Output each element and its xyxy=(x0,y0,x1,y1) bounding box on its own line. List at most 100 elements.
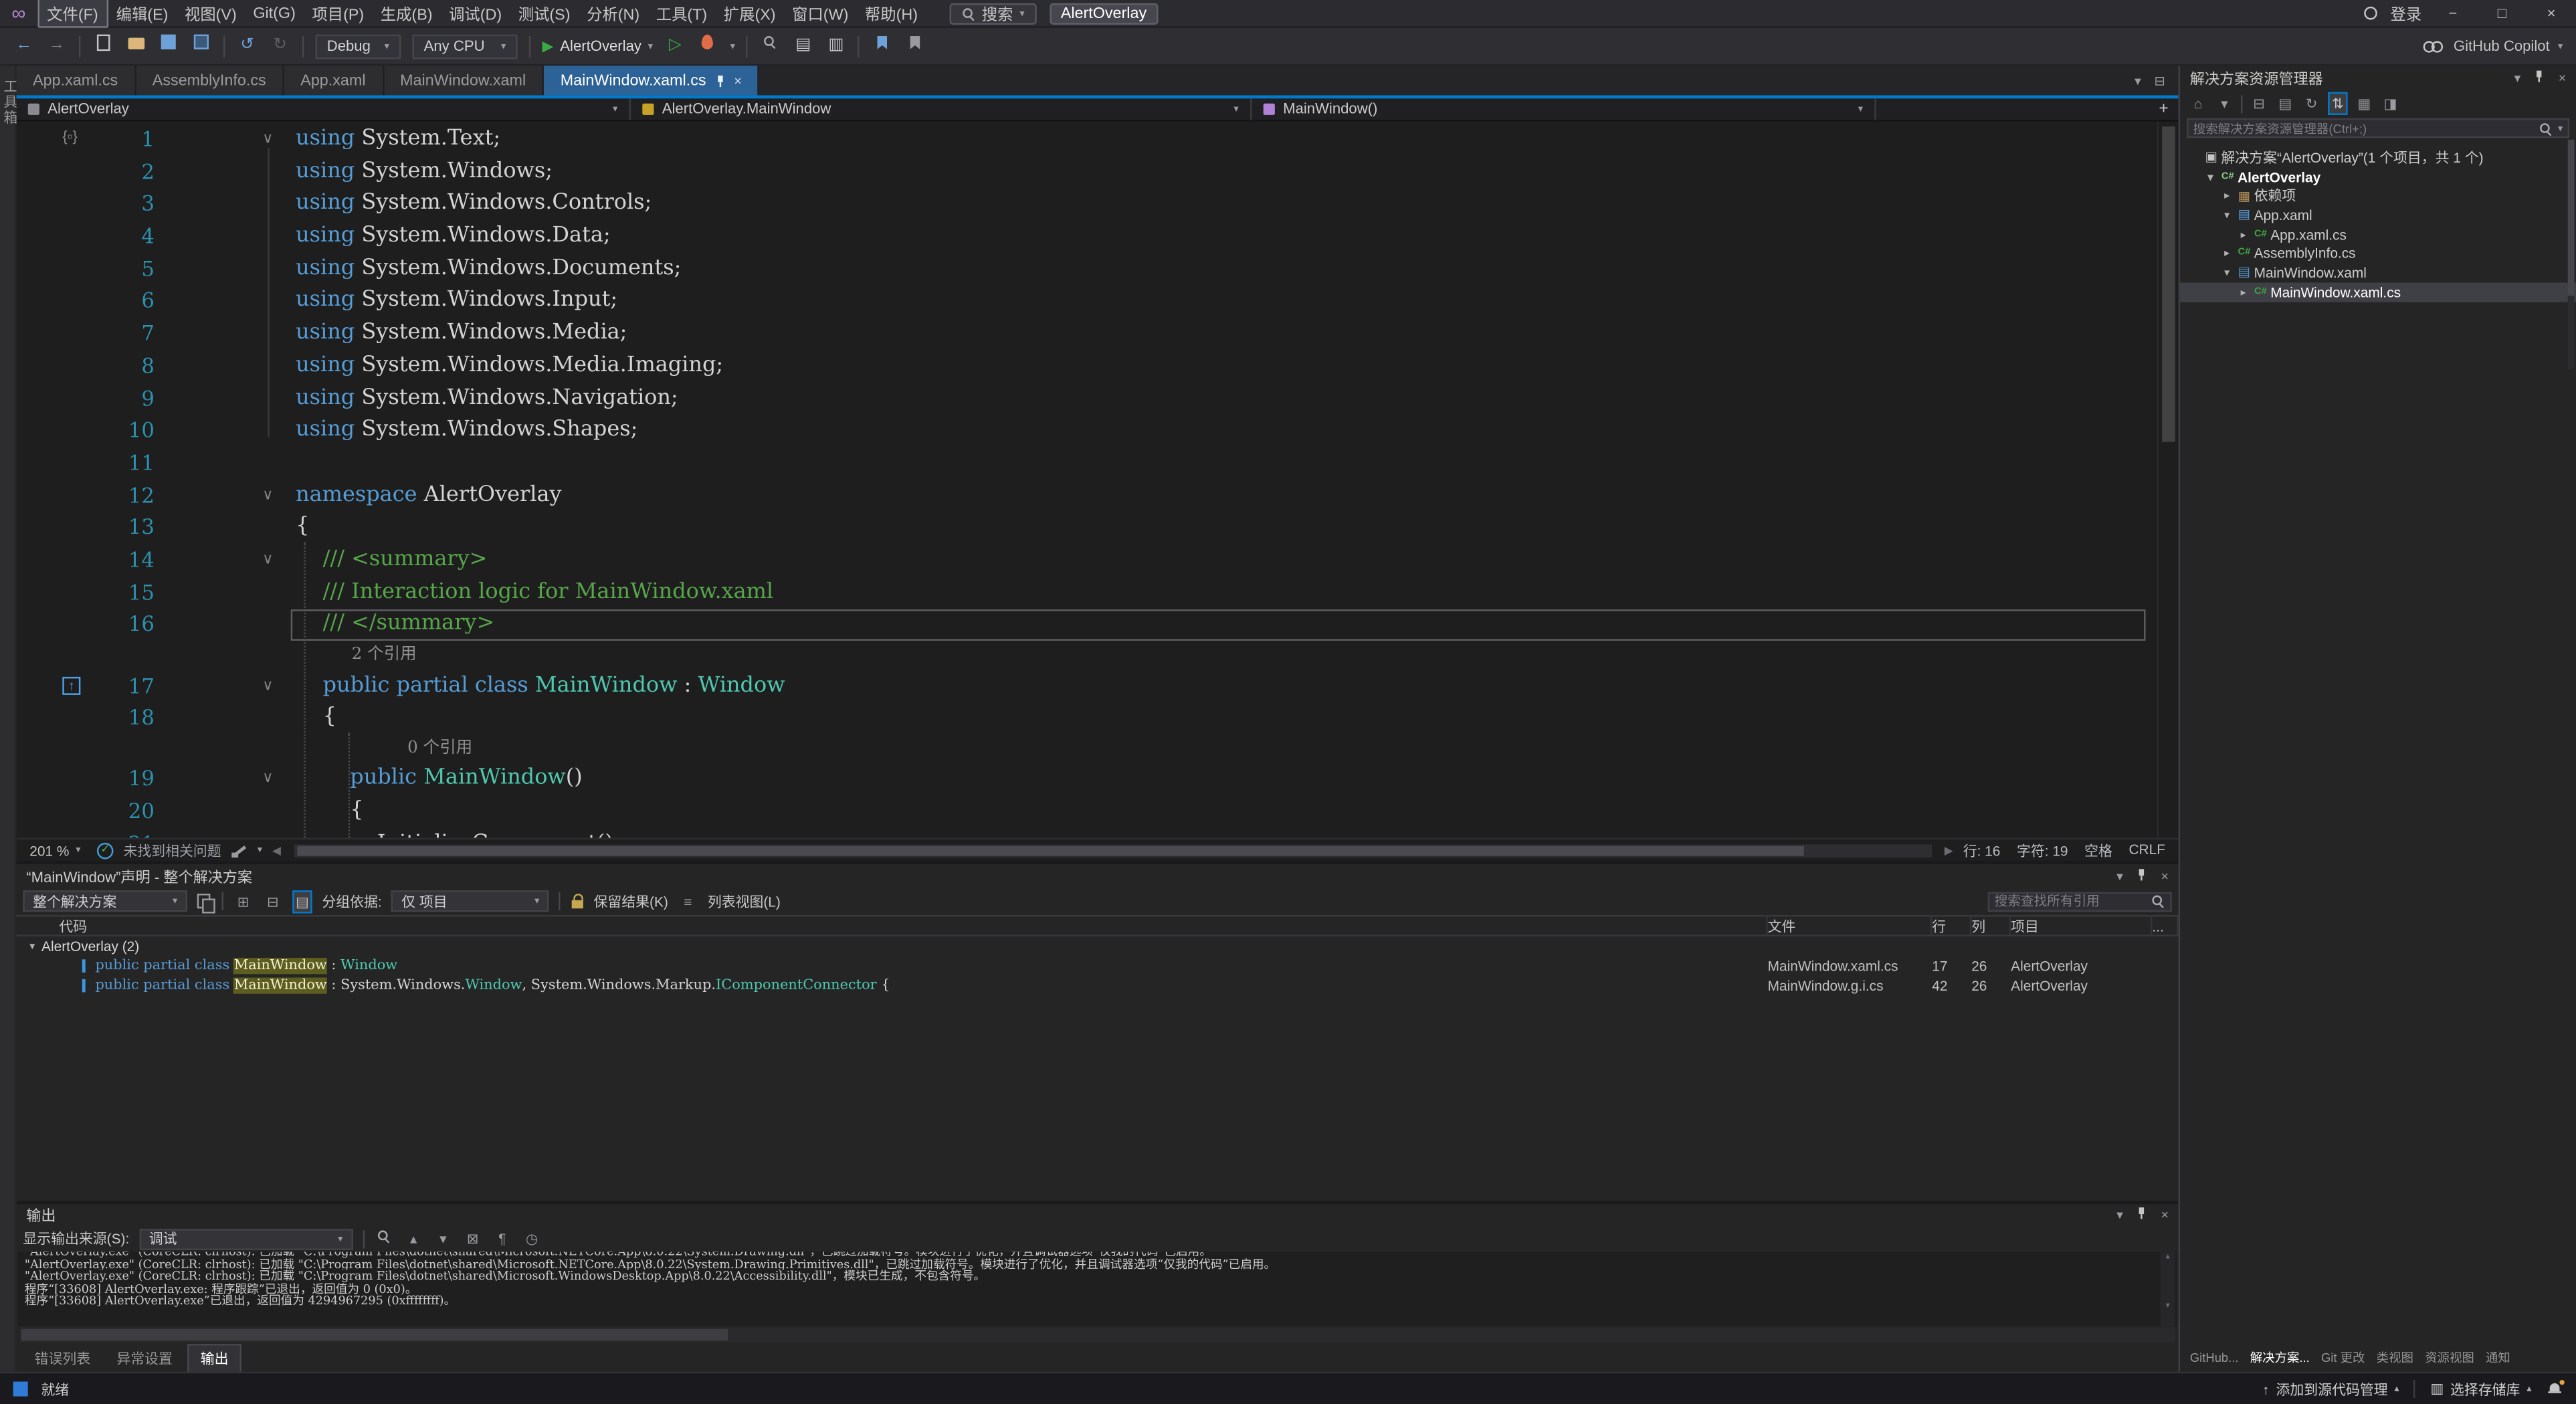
scrollbar-thumb[interactable] xyxy=(2568,140,2575,296)
redo-icon[interactable]: ↻ xyxy=(270,35,291,58)
fold-toggle-icon[interactable]: ∨ xyxy=(256,763,279,795)
hot-reload-icon[interactable] xyxy=(697,35,718,58)
codelens-references[interactable]: 2 个引用 xyxy=(352,641,417,670)
tree-item-1[interactable]: ▣解决方案“AlertOverlay”(1 个项目，共 1 个) xyxy=(2180,148,2576,167)
expander-icon[interactable]: ▸ xyxy=(2236,227,2251,241)
copilot-button[interactable]: GitHub Copilot ▾ xyxy=(2422,37,2563,54)
active-files-dropdown-icon[interactable]: ▾ xyxy=(2135,73,2141,88)
whitespace-indicator[interactable]: 空格 xyxy=(2084,840,2112,860)
tree-item-2[interactable]: ▾C#AlertOverlay xyxy=(2180,167,2576,187)
code-editor[interactable]: {▫} 1∨using System.Text;2using System.Wi… xyxy=(17,122,2179,838)
doc-tab-5[interactable]: MainWindow.xaml.cs× xyxy=(544,66,760,95)
explorer-tab-4[interactable]: 类视图 xyxy=(2373,1347,2417,1369)
close-button[interactable]: × xyxy=(2533,0,2569,27)
scope-dropdown[interactable]: 整个解决方案 ▾ xyxy=(23,890,187,912)
menu-item-5[interactable]: 项目(P) xyxy=(304,0,372,26)
panel-tab-1[interactable]: 错误列表 xyxy=(23,1344,102,1371)
expander-icon[interactable]: ▾ xyxy=(2219,209,2234,222)
uncomment-selection-icon[interactable]: ▥ xyxy=(825,35,847,58)
group-results-icon[interactable]: ▤ xyxy=(292,890,312,912)
menu-item-13[interactable]: 帮助(H) xyxy=(857,0,926,26)
expander-icon[interactable]: ▾ xyxy=(29,940,35,953)
next-message-icon[interactable]: ▾ xyxy=(433,1229,453,1248)
menu-item-12[interactable]: 窗口(W) xyxy=(784,0,857,26)
expander-icon[interactable]: ▸ xyxy=(2219,189,2234,203)
find-in-files-icon[interactable] xyxy=(760,35,781,58)
keep-results-button[interactable]: 保留结果(K) xyxy=(594,891,668,910)
zoom-control[interactable]: 201 % ▾ xyxy=(23,842,87,859)
sync-with-active-document-icon[interactable]: ⇅ xyxy=(2328,92,2347,115)
previous-bookmark-icon[interactable] xyxy=(904,35,926,58)
refresh-icon[interactable]: ↻ xyxy=(2302,94,2321,113)
menu-item-7[interactable]: 调试(D) xyxy=(441,0,510,26)
menu-item-10[interactable]: 工具(T) xyxy=(648,0,715,26)
collapse-all-icon[interactable]: ⊟ xyxy=(2249,94,2268,113)
tree-item-6[interactable]: ▸C#AssemblyInfo.cs xyxy=(2180,244,2576,264)
time-icon[interactable]: ◷ xyxy=(522,1229,541,1248)
code-text[interactable]: { xyxy=(296,795,364,827)
open-file-icon[interactable] xyxy=(125,35,146,58)
show-all-files-icon[interactable]: ▤ xyxy=(2276,94,2295,113)
collapse-all-icon[interactable]: ⊟ xyxy=(263,891,282,910)
solution-explorer-search-input[interactable] xyxy=(2193,121,2533,136)
maximize-button[interactable]: □ xyxy=(2484,0,2520,27)
output-vertical-scrollbar[interactable]: ▴▾ xyxy=(2161,1251,2175,1326)
editor-vertical-scrollbar[interactable] xyxy=(2157,122,2179,838)
project-dropdown[interactable]: AlertOverlay ▾ xyxy=(17,98,631,120)
code-text[interactable]: using System.Windows.Data; xyxy=(296,220,611,252)
save-icon[interactable] xyxy=(158,35,179,58)
member-dropdown[interactable]: MainWindow() ▾ xyxy=(1252,98,1876,120)
menu-item-6[interactable]: 生成(B) xyxy=(372,0,440,26)
tree-item-7[interactable]: ▾▤MainWindow.xaml xyxy=(2180,263,2576,282)
code-text[interactable]: using System.Windows.Documents; xyxy=(296,253,681,285)
code-text[interactable]: using System.Windows.Shapes; xyxy=(296,414,637,446)
fold-toggle-icon[interactable]: ∨ xyxy=(256,544,279,576)
menu-item-11[interactable]: 扩展(X) xyxy=(716,0,784,26)
expander-icon[interactable]: ▾ xyxy=(2203,170,2217,183)
code-text[interactable]: /// Interaction logic for MainWindow.xam… xyxy=(296,576,773,608)
code-text[interactable]: using System.Text; xyxy=(296,123,500,155)
pin-icon[interactable] xyxy=(2534,69,2545,87)
expander-icon[interactable]: ▸ xyxy=(2236,285,2251,298)
notifications-bell-icon[interactable] xyxy=(2547,1381,2563,1397)
tree-item-5[interactable]: ▸C#App.xaml.cs xyxy=(2180,225,2576,244)
scrollbar-thumb[interactable] xyxy=(2162,126,2175,442)
group-by-dropdown[interactable]: 仅 项目 ▾ xyxy=(391,890,549,912)
window-position-icon[interactable]: ▾ xyxy=(2514,71,2520,86)
fold-toggle-icon[interactable]: ∨ xyxy=(256,123,279,155)
code-text[interactable]: /// </summary> xyxy=(296,608,494,640)
pin-icon[interactable] xyxy=(2137,1206,2148,1224)
editor-horizontal-scrollbar[interactable] xyxy=(294,843,1931,857)
menu-item-4[interactable]: Git(G) xyxy=(245,3,304,24)
explorer-tab-3[interactable]: Git 更改 xyxy=(2318,1347,2368,1369)
close-icon[interactable]: × xyxy=(734,73,741,88)
code-text[interactable]: using System.Windows.Media.Imaging; xyxy=(296,350,723,382)
list-view-button[interactable]: 列表视图(L) xyxy=(708,891,781,910)
window-position-icon[interactable]: ▾ xyxy=(2116,868,2123,883)
code-text[interactable]: using System.Windows.Controls; xyxy=(296,188,652,220)
column-header-4[interactable]: 列 xyxy=(1971,916,2011,934)
doc-tab-1[interactable]: App.xaml.cs xyxy=(17,66,136,95)
previous-message-icon[interactable]: ▴ xyxy=(403,1229,423,1248)
select-repository-button[interactable]: ▥ 选择存储库 ▴ xyxy=(2430,1379,2531,1399)
navigate-forward-icon[interactable]: → xyxy=(46,35,68,58)
toggle-bookmark-icon[interactable] xyxy=(872,35,893,58)
code-text[interactable]: /// <summary> xyxy=(296,544,487,576)
find-message-icon[interactable] xyxy=(374,1229,393,1248)
fold-toggle-icon[interactable]: ∨ xyxy=(256,670,279,702)
scroll-right-icon[interactable]: ▶ xyxy=(1945,843,1953,857)
task-status-center-icon[interactable] xyxy=(13,1381,28,1396)
start-debugging-button[interactable]: ▶ AlertOverlay ▾ xyxy=(542,37,653,55)
clear-all-icon[interactable]: ⊠ xyxy=(463,1229,482,1248)
explorer-scrollbar[interactable] xyxy=(2568,140,2575,370)
word-wrap-icon[interactable]: ¶ xyxy=(492,1229,512,1248)
copy-icon[interactable] xyxy=(197,893,212,910)
fold-toggle-icon[interactable]: ∨ xyxy=(256,479,279,511)
add-to-source-control-button[interactable]: ↑ 添加到源代码管理 ▴ xyxy=(2262,1379,2399,1399)
column-header-5[interactable]: 项目 xyxy=(2011,916,2152,934)
tree-item-8[interactable]: ▸C#MainWindow.xaml.cs xyxy=(2180,282,2576,302)
code-text[interactable]: { xyxy=(296,511,309,543)
line-ending-indicator[interactable]: CRLF xyxy=(2128,840,2165,860)
comment-selection-icon[interactable]: ▤ xyxy=(793,35,814,58)
output-source-dropdown[interactable]: 调试 ▾ xyxy=(139,1228,353,1249)
